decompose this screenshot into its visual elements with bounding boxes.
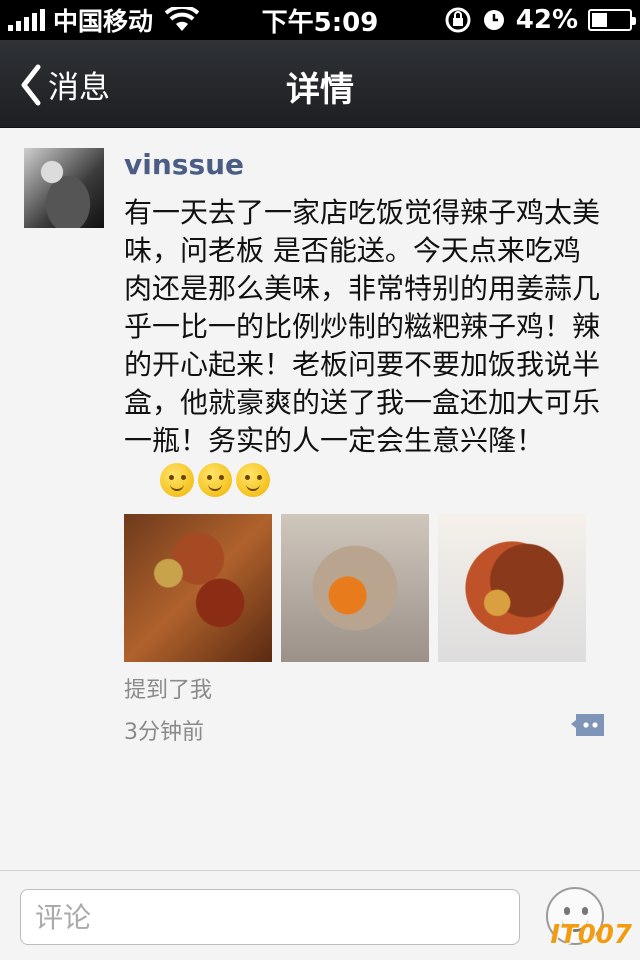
photo-thumbnail-2[interactable] — [281, 514, 429, 662]
post-time: 3分钟前 — [124, 720, 204, 745]
post-detail: vinssue 有一天去了一家店吃饭觉得辣子鸡太美味，问老板 是否能送。今天点来… — [0, 128, 640, 870]
photo-thumbnail-3[interactable] — [438, 514, 586, 662]
alarm-icon — [483, 10, 504, 30]
photo-thumbnail-1[interactable] — [124, 514, 272, 662]
post-text-block: 有一天去了一家店吃饭觉得辣子鸡太美味，问老板 是否能送。今天点来吃鸡肉还是那么美… — [124, 194, 604, 498]
thinking-emoji-icon — [160, 463, 194, 497]
battery-icon — [588, 9, 636, 31]
carrier-name: 中国移动 — [53, 7, 154, 36]
battery-percent: 42% — [515, 5, 578, 35]
post-text: 有一天去了一家店吃饭觉得辣子鸡太美味，问老板 是否能送。今天点来吃鸡肉还是那么美… — [124, 196, 601, 457]
signal-icon — [8, 9, 45, 31]
thinking-emoji-icon — [198, 463, 232, 497]
comment-icon[interactable] — [570, 712, 606, 740]
status-bar: 中国移动 下午5:09 42% — [0, 0, 640, 40]
nav-bar: 消息 详情 — [0, 40, 640, 128]
thinking-emoji-icon — [236, 463, 270, 497]
photo-grid — [124, 514, 586, 662]
username[interactable]: vinssue — [124, 148, 244, 181]
avatar[interactable] — [24, 148, 104, 228]
page-title: 详情 — [286, 70, 354, 110]
rotation-lock-icon — [445, 7, 471, 33]
wifi-icon — [165, 7, 200, 31]
battery-fill — [592, 13, 608, 27]
mentions-label: 提到了我 — [124, 678, 213, 703]
emoji-row — [160, 463, 270, 497]
watermark: IT007 — [550, 920, 632, 950]
comment-bar: IT007 — [0, 870, 640, 960]
comment-input[interactable] — [20, 889, 520, 945]
